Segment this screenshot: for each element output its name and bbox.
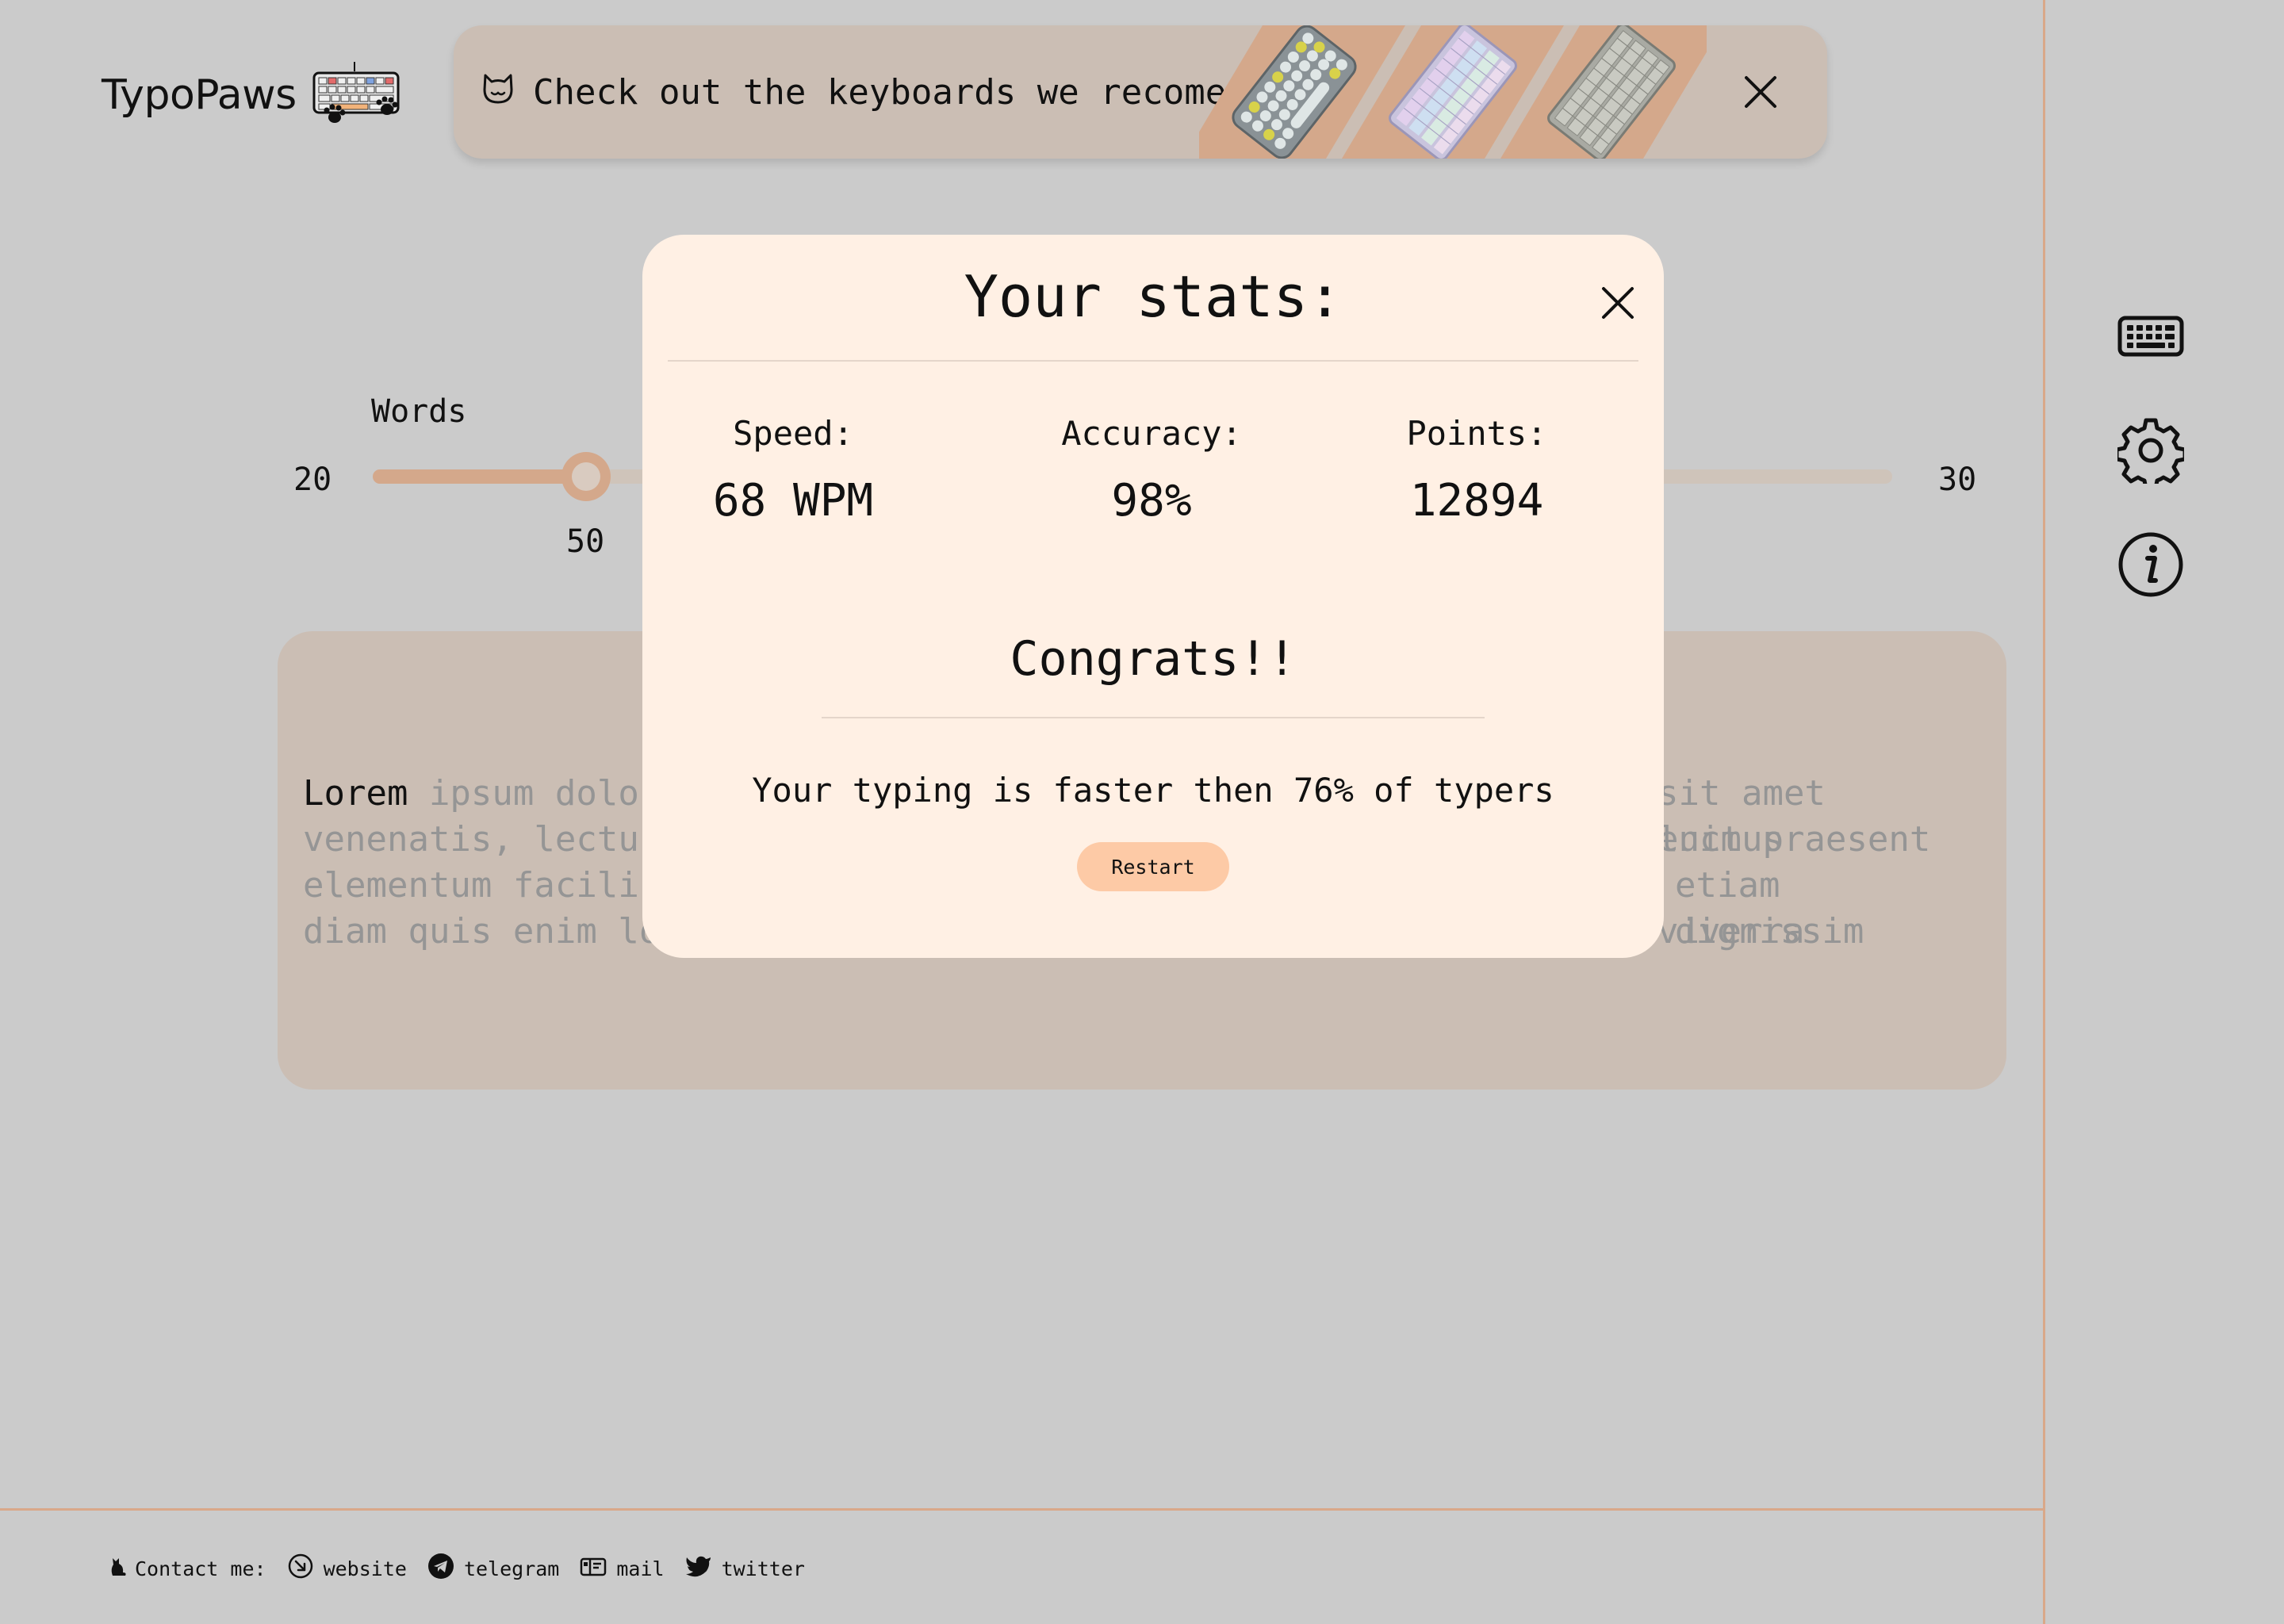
words-slider-fill <box>373 469 585 484</box>
contact-label-group: Contact me: <box>108 1555 266 1582</box>
stat-value: 98% <box>1111 475 1192 527</box>
footer-link-mail[interactable]: mail <box>580 1554 665 1583</box>
footer-link-label[interactable]: website <box>324 1557 407 1580</box>
keyboard-paws-icon <box>311 60 403 130</box>
stat-value: 12894 <box>1409 475 1544 527</box>
comparison-message: Your typing is faster then 76% of typers <box>752 771 1554 810</box>
gear-icon[interactable] <box>2113 412 2189 488</box>
keyboard-recommendation-banner[interactable]: Check out the keyboards we recomend <box>454 25 1827 159</box>
keyboard-icon[interactable] <box>2113 298 2189 374</box>
footer-link-label[interactable]: twitter <box>722 1557 805 1580</box>
footer-link-twitter[interactable]: twitter <box>685 1554 805 1583</box>
twitter-icon <box>685 1554 712 1583</box>
modal-divider <box>822 717 1485 718</box>
sidebar-divider <box>2043 0 2045 1624</box>
mail-icon <box>580 1554 607 1583</box>
slider-min-label: 20 <box>293 462 332 498</box>
telegram-icon <box>427 1553 454 1584</box>
banner-text: Check out the keyboards we recomend <box>533 71 1269 113</box>
stat-points: Points: 12894 <box>1326 414 1627 527</box>
slider-max-label: 30 <box>1938 462 1977 498</box>
footer-link-website[interactable]: website <box>287 1553 407 1584</box>
congrats-heading: Congrats!! <box>1010 631 1297 687</box>
stat-speed: Speed: 68 WPM <box>642 414 944 527</box>
slider-value-label: 50 <box>566 523 605 560</box>
footer-link-label[interactable]: telegram <box>464 1557 559 1580</box>
stat-value: 68 WPM <box>712 475 874 527</box>
stat-label: Speed: <box>733 414 853 453</box>
modal-divider <box>668 360 1638 362</box>
stat-accuracy: Accuracy: 98% <box>1001 414 1302 527</box>
untyped-text: enim praesent <box>1657 819 1931 860</box>
keyboard-images[interactable] <box>1199 25 1707 159</box>
contact-label: Contact me: <box>135 1557 266 1580</box>
logo[interactable]: TypoPaws <box>102 60 403 130</box>
cat-silhouette-icon <box>108 1555 128 1582</box>
footer-divider <box>0 1508 2044 1511</box>
stats-modal: Your stats: Speed: 68 WPM Accuracy: 98% … <box>642 235 1664 958</box>
close-icon[interactable] <box>1592 278 1643 328</box>
website-icon <box>287 1553 314 1584</box>
banner-content[interactable]: Check out the keyboards we recomend <box>481 25 1268 159</box>
cat-icon <box>481 71 515 114</box>
stat-label: Accuracy: <box>1061 414 1242 453</box>
restart-button[interactable]: Restart <box>1077 842 1229 891</box>
typed-word: Lorem <box>303 773 408 814</box>
untyped-text: viverra <box>1657 911 1805 952</box>
words-slider-thumb[interactable] <box>561 452 611 501</box>
words-label: Words <box>371 393 467 430</box>
footer-link-label[interactable]: mail <box>616 1557 664 1580</box>
footer-link-telegram[interactable]: telegram <box>427 1553 559 1584</box>
logo-text: TypoPaws <box>102 71 297 119</box>
info-icon[interactable] <box>2113 527 2189 603</box>
stat-label: Points: <box>1406 414 1547 453</box>
close-icon[interactable] <box>1735 67 1786 117</box>
footer: Contact me: website telegram mail twitte… <box>108 1551 826 1586</box>
modal-title: Your stats: <box>964 263 1343 330</box>
